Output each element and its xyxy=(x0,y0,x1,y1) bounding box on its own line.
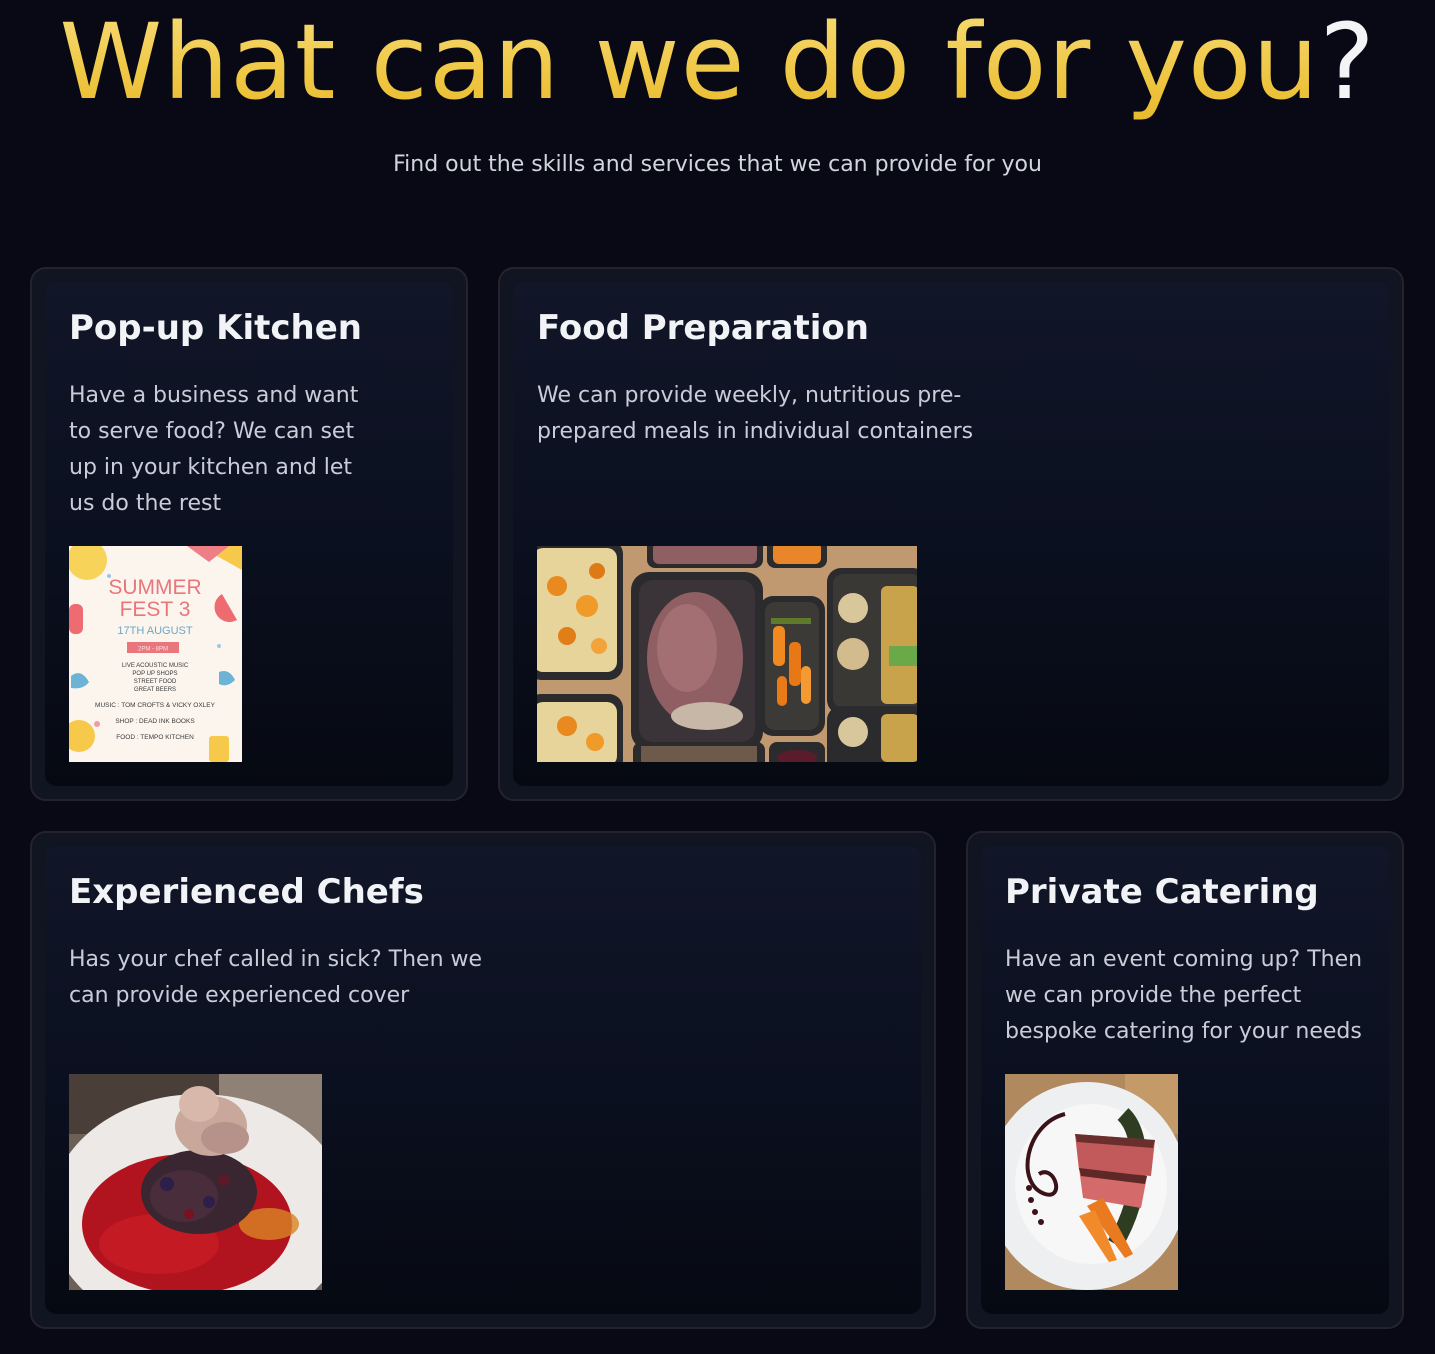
service-description: We can provide weekly, nutritious pre-pr… xyxy=(537,383,974,444)
poster-time: 2PM - 8PM xyxy=(138,647,168,653)
page-title: What can we do for you? xyxy=(0,2,1435,122)
plated-steak-image xyxy=(1005,1074,1178,1290)
poster-item: LIVE ACOUSTIC MUSIC xyxy=(122,663,189,669)
service-description: Have a business and want to serve food? … xyxy=(69,383,359,516)
service-card-food-preparation: Food Preparation We can provide weekly, … xyxy=(498,267,1404,801)
service-card-popup-kitchen: Pop-up Kitchen Have a business and want … xyxy=(30,267,468,801)
poster-line2: FEST 3 xyxy=(120,598,191,621)
service-card-body: Private Catering Have an event coming up… xyxy=(981,846,1389,1314)
poster-item: POP UP SHOPS xyxy=(132,671,177,677)
service-description: Has your chef called in sick? Then we ca… xyxy=(69,947,483,1008)
poster-item: GREAT BEERS xyxy=(134,687,176,693)
service-card-body: Pop-up Kitchen Have a business and want … xyxy=(45,282,453,786)
page-subtitle: Find out the skills and services that we… xyxy=(393,152,1042,177)
poster-shop: SHOP : DEAD INK BOOKS xyxy=(115,718,195,725)
poster-food: FOOD : TEMPO KITCHEN xyxy=(116,734,194,741)
service-title: Food Preparation xyxy=(537,308,869,348)
poster-date: 17TH AUGUST xyxy=(117,625,192,637)
poster-line1: SUMMER xyxy=(108,576,201,599)
service-card-private-catering: Private Catering Have an event coming up… xyxy=(966,831,1404,1329)
meal-prep-containers-image xyxy=(537,546,917,762)
poster-music: MUSIC : TOM CROFTS & VICKY OXLEY xyxy=(95,702,216,709)
poster-item: STREET FOOD xyxy=(134,679,177,685)
service-card-body: Food Preparation We can provide weekly, … xyxy=(513,282,1389,786)
page-title-question-mark: ? xyxy=(1319,1,1376,123)
page-title-main: What can we do for you xyxy=(59,1,1320,123)
service-card-body: Experienced Chefs Has your chef called i… xyxy=(45,846,921,1314)
service-card-experienced-chefs: Experienced Chefs Has your chef called i… xyxy=(30,831,936,1329)
service-title: Pop-up Kitchen xyxy=(69,308,362,348)
service-title: Experienced Chefs xyxy=(69,872,424,912)
service-title: Private Catering xyxy=(1005,872,1319,912)
service-description: Have an event coming up? Then we can pro… xyxy=(1005,947,1363,1044)
summer-fest-poster-image: SUMMER FEST 3 17TH AUGUST 2PM - 8PM LIVE… xyxy=(69,546,242,762)
dessert-plate-image xyxy=(69,1074,322,1290)
